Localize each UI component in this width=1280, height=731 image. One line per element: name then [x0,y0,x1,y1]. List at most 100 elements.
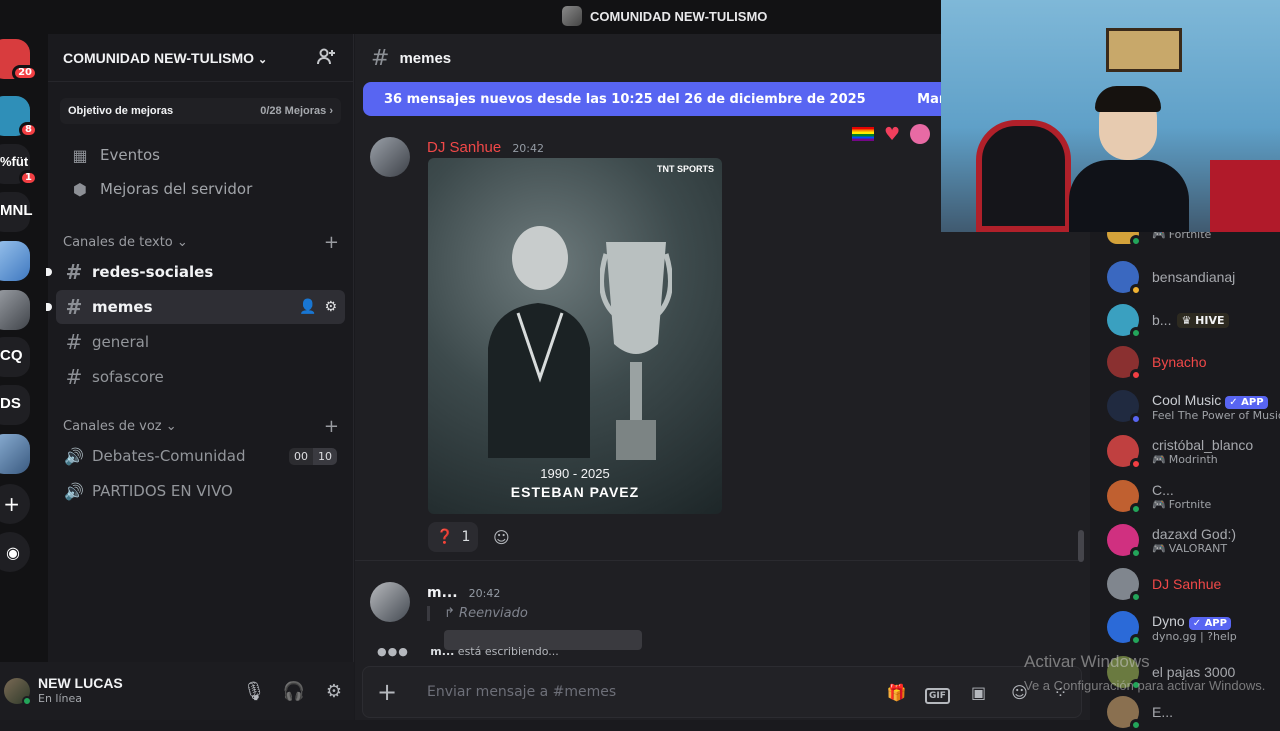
webcam-overlay [941,0,1280,232]
discover-button[interactable]: ◉ [0,532,30,572]
member-item[interactable]: DJ Sanhue [1107,568,1221,603]
server-icon-8[interactable]: DS [0,385,30,425]
windows-activation-subtext: Ve a Configuración para activar Windows. [1024,678,1266,693]
wall-frame [1106,28,1182,72]
message-timestamp: 20:42 [468,587,501,600]
pride-flag-emoji-icon[interactable] [852,127,874,141]
avatar[interactable] [370,582,410,622]
headphones-icon[interactable]: 🎧 [274,681,314,702]
sticker-icon[interactable]: ▣ [958,683,999,702]
member-name: dazaxd God:) [1152,525,1237,542]
status-indicator [1130,547,1142,559]
channel-memes[interactable]: # memes 👤 ⚙ [46,290,345,324]
server-icon-4[interactable]: MNL [0,192,33,232]
server-icon-9[interactable] [0,434,30,474]
member-item[interactable]: Cool Music ✓ APP Feel The Power of Music [1107,390,1280,425]
create-channel-icon[interactable]: + [324,416,339,437]
avatar[interactable] [4,678,32,706]
image-years: 1990 - 2025 [540,466,610,481]
server-icon-5[interactable] [0,241,30,281]
boost-goal-bar[interactable]: Objetivo de mejoras 0/28 Mejoras › [60,98,341,124]
member-item[interactable]: Dyno ✓ APP dyno.gg | ?help [1107,611,1237,646]
server-icon-6[interactable] [0,290,30,330]
gif-button[interactable]: GIF [917,683,958,704]
server-icon-1[interactable]: 20 [0,39,38,81]
channel-label: PARTIDOS EN VIVO [92,482,233,500]
username: NEW LUCAS [38,675,123,691]
channel-actions: 👤 ⚙ [299,299,337,315]
voice-channel-partidos[interactable]: 🔊 PARTIDOS EN VIVO [56,474,345,508]
gear-icon[interactable]: ⚙ [324,299,337,315]
status-indicator [1130,327,1142,339]
channel-label: redes-sociales [92,263,214,281]
status-indicator [1130,284,1142,296]
avatar [1107,261,1142,296]
member-name: E... [1152,704,1174,720]
guild-tag: ♛ HIVE [1177,312,1229,328]
status-indicator [1130,235,1142,247]
status-online-indicator [22,696,32,706]
member-name: Dyno [1152,613,1185,629]
server-icon-3[interactable]: %füt 1 [0,144,38,186]
category-text-channels[interactable]: Canales de texto ⌄ + [48,230,353,254]
server-avatar [0,241,30,281]
voice-channel-debates[interactable]: 🔊 Debates-Comunidad 00 10 [56,439,345,473]
pig-emoji-icon[interactable] [910,124,931,144]
gift-icon[interactable]: 🎁 [876,683,917,702]
message-hover-reactions: ♥ [852,124,931,145]
member-name: b... [1152,312,1172,328]
unread-indicator [46,303,52,311]
gear-icon[interactable]: ⚙ [314,681,354,702]
server-icon-2[interactable]: 8 [0,96,38,138]
add-reaction-icon[interactable]: ☺ [486,522,516,552]
heart-emoji-icon[interactable]: ♥ [884,124,900,145]
server-icon-7[interactable]: CQ [0,337,30,377]
category-voice-channels[interactable]: Canales de voz ⌄ + [48,414,353,438]
unread-badge: 1 [19,170,38,186]
message-author[interactable]: m... [427,585,458,601]
message-image[interactable]: TNT SPORTS 1990 - 2025 ESTEBAN PAVEZ [428,158,722,514]
member-item[interactable]: b... ♛ HIVE [1107,304,1229,339]
scrollbar-thumb[interactable] [1078,530,1084,562]
player-figure [488,226,590,458]
server-initials: MNL [0,202,33,219]
invite-people-icon[interactable] [316,47,338,69]
member-activity: 🎮 VALORANT [1152,541,1228,555]
channel-redes-sociales[interactable]: # redes-sociales [46,255,345,289]
status-indicator [1130,413,1142,425]
message-author[interactable]: DJ Sanhue [427,139,501,156]
unread-badge: 20 [12,65,38,81]
microphone-icon[interactable]: 🎙 [234,681,274,702]
server-name-text: COMUNIDAD NEW-TULISMO [63,49,255,66]
message-input[interactable]: Enviar mensaje a #memes [411,684,876,700]
member-item[interactable]: dazaxd God:) 🎮 VALORANT [1107,524,1237,559]
invite-icon[interactable]: 👤 [299,299,316,315]
member-name: C... [1152,481,1174,498]
server-name[interactable]: COMUNIDAD NEW-TULISMO ⌄ [63,50,316,66]
server-rail: 20 8 %füt 1 MNL CQ DS + ◉ [0,34,48,720]
create-channel-icon[interactable]: + [324,232,339,253]
member-item[interactable]: E... [1107,696,1174,731]
nav-events[interactable]: ▦ Eventos [56,138,345,172]
avatar[interactable] [370,137,410,177]
channel-general[interactable]: # general [56,325,345,359]
member-item[interactable]: Bynacho [1107,346,1206,381]
server-avatar [0,434,30,474]
channel-sofascore[interactable]: # sofascore [56,360,345,394]
member-item[interactable]: bensandianaj [1107,261,1235,296]
server-header[interactable]: COMUNIDAD NEW-TULISMO ⌄ [48,34,353,82]
text-channel-icon: # [65,260,83,284]
user-info[interactable]: NEW LUCAS En línea [38,675,234,707]
member-name: cristóbal_blanco [1152,436,1254,453]
member-item[interactable]: C... 🎮 Fortnite [1107,480,1211,515]
new-messages-banner[interactable]: 36 mensajes nuevos desde las 10:25 del 2… [363,82,953,116]
message-timestamp: 20:42 [512,142,545,155]
calendar-icon: ▦ [72,145,88,165]
add-server-button[interactable]: + [0,484,30,524]
member-item[interactable]: cristóbal_blanco 🎮 Modrinth [1107,435,1254,470]
nav-server-boosts[interactable]: ⬢ Mejoras del servidor [56,172,345,206]
attach-plus-button[interactable]: + [363,678,411,706]
plus-icon: + [3,492,20,516]
reaction-pill[interactable]: ❓ 1 [428,522,479,552]
status-indicator [1130,458,1142,470]
